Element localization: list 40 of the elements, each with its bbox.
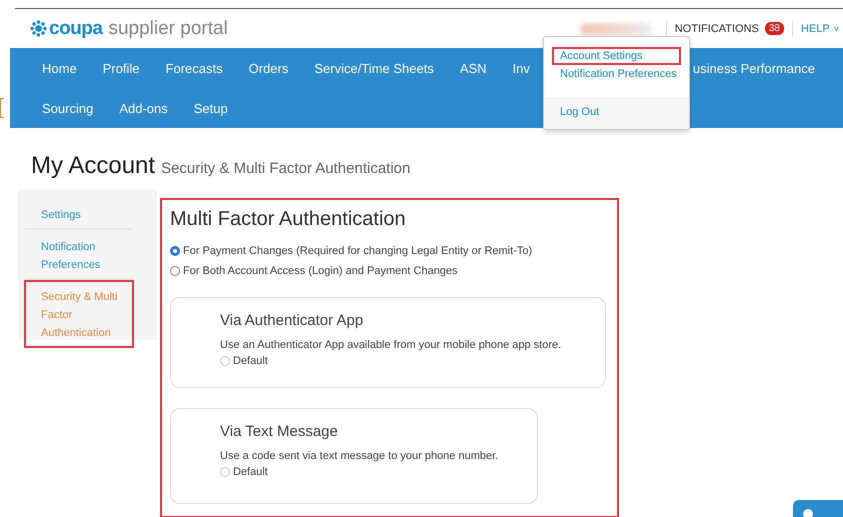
method-description: Use a code sent via text message to your phone number.	[220, 450, 500, 462]
caret-icon: ˅	[834, 24, 839, 34]
nav-item[interactable]: Add-ons	[106, 100, 181, 116]
radio-button[interactable]	[170, 246, 180, 256]
nav-item[interactable]: Profile	[90, 60, 153, 76]
sidebar-item[interactable]: Security & Multi Factor Authentication	[24, 280, 134, 348]
help-link[interactable]: HELP	[800, 22, 830, 34]
logout-item[interactable]: Log Out	[552, 104, 608, 120]
notifications-link[interactable]: NOTIFICATIONS	[674, 22, 759, 34]
nav-item[interactable]: Home	[29, 60, 90, 76]
nav-item[interactable]: Setup	[180, 100, 241, 116]
radio-label: For Payment Changes (Required for changing Legal Entity or Remit-To)	[183, 245, 532, 257]
edge-mark	[0, 98, 4, 118]
radio-label: For Both Account Access (Login) and Payment Changes	[183, 265, 458, 277]
radio-button[interactable]	[220, 467, 230, 477]
nav-item[interactable]: Sourcing	[29, 100, 106, 116]
section-title: Multi Factor Authentication	[170, 208, 407, 231]
radio-button[interactable]	[220, 356, 230, 366]
logo-icon	[30, 20, 47, 37]
radio-label: Default	[233, 466, 268, 478]
nav-item[interactable]: usiness Performance	[692, 60, 828, 76]
notification-count-badge: 38	[764, 22, 784, 35]
nav-item[interactable]: Orders	[236, 60, 302, 76]
page-title: My Account	[31, 152, 156, 180]
menu-item[interactable]: Account Settings	[552, 47, 681, 65]
logo-product: supplier portal	[108, 18, 228, 40]
menu-item[interactable]: Notification Preferences	[552, 65, 681, 83]
logo-brand: coupa	[49, 18, 102, 40]
method-title: Via Authenticator App	[220, 312, 364, 329]
method-description: Use an Authenticator App available from your mobile phone app store.	[220, 339, 562, 351]
radio-label: Default	[233, 355, 268, 367]
nav-item[interactable]: Inv	[500, 60, 543, 76]
sidebar-item[interactable]: Notification Preferences	[24, 230, 134, 280]
nav-item[interactable]: Forecasts	[152, 60, 236, 76]
radio-button[interactable]	[170, 266, 180, 276]
sidebar-item[interactable]: Settings	[24, 198, 134, 230]
page-subtitle: Security & Multi Factor Authentication	[161, 160, 410, 177]
nav-item[interactable]: Service/Time Sheets	[301, 60, 447, 76]
nav-item[interactable]: ASN	[446, 60, 500, 76]
method-title: Via Text Message	[220, 423, 339, 440]
